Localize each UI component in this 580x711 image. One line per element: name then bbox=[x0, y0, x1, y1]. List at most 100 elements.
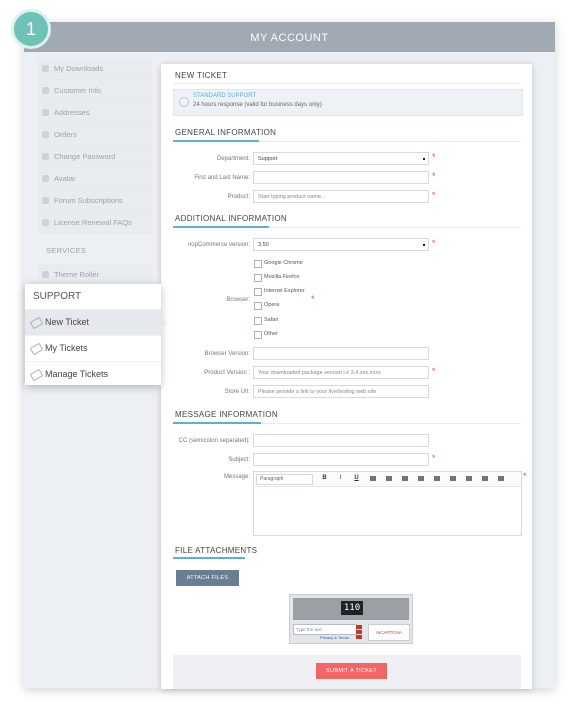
required-mark: * bbox=[432, 238, 436, 248]
step-badge: 1 bbox=[11, 9, 51, 49]
sidebar-item-change-password[interactable]: Change Password bbox=[38, 146, 152, 168]
product-version-input[interactable]: Your downloaded package version i.e 3.4.… bbox=[253, 366, 429, 379]
additional-heading: ADDITIONAL INFORMATION bbox=[175, 214, 287, 223]
subject-label: Subject: bbox=[228, 457, 250, 463]
general-heading: GENERAL INFORMATION bbox=[175, 128, 277, 137]
support-item-label: My Tickets bbox=[45, 343, 88, 353]
align-left-icon[interactable] bbox=[370, 476, 376, 481]
underline-button[interactable]: U bbox=[352, 474, 361, 483]
message-label: Message: bbox=[223, 474, 250, 480]
bullet-list-icon[interactable] bbox=[418, 476, 424, 481]
required-mark: * bbox=[432, 190, 436, 200]
theme-icon bbox=[42, 271, 49, 278]
product-version-label: Product Version : bbox=[204, 370, 250, 376]
department-select[interactable]: Support bbox=[253, 152, 429, 165]
support-item-my-tickets[interactable]: My Tickets bbox=[25, 335, 161, 361]
align-right-icon[interactable] bbox=[402, 476, 408, 481]
cc-label: CC (semicolon separated): bbox=[178, 438, 250, 444]
captcha-input[interactable]: Type the text bbox=[293, 624, 357, 635]
sidebar-item-orders[interactable]: Orders bbox=[38, 124, 152, 146]
services-heading: SERVICES bbox=[46, 246, 87, 255]
blockquote-icon[interactable] bbox=[450, 476, 456, 481]
browser-checkbox-other[interactable] bbox=[254, 331, 262, 339]
store-url-input[interactable]: Please provide a link to your live/testi… bbox=[253, 385, 429, 398]
divider bbox=[173, 83, 521, 84]
support-type: STANDARD SUPPORT bbox=[193, 93, 257, 99]
browser-option-label: Mozilla Firefox bbox=[264, 274, 300, 280]
sidebar-item-forum-subscriptions[interactable]: Forum Subscriptions bbox=[38, 190, 152, 212]
italic-button[interactable]: I bbox=[336, 474, 345, 483]
subject-input[interactable] bbox=[253, 453, 429, 466]
browser-option-label: Safari bbox=[264, 317, 279, 323]
chat-icon bbox=[42, 197, 49, 204]
page-title: MY ACCOUNT bbox=[24, 22, 555, 52]
link-icon[interactable] bbox=[466, 476, 472, 481]
lock-icon bbox=[42, 153, 49, 160]
captcha-refresh-icon[interactable] bbox=[356, 624, 365, 640]
sidebar-item-label: Customer Info bbox=[54, 86, 102, 95]
store-url-label: Store Url: bbox=[224, 389, 250, 395]
cart-icon bbox=[42, 131, 49, 138]
browser-checkbox-chrome[interactable] bbox=[254, 260, 262, 268]
submit-ticket-button[interactable]: SUBMIT A TICKET bbox=[316, 663, 387, 679]
tag-icon bbox=[29, 316, 44, 330]
sidebar-item-avatar[interactable]: Avatar bbox=[38, 168, 152, 190]
browser-checkbox-firefox[interactable] bbox=[254, 274, 262, 282]
product-input[interactable]: Start typing product name... bbox=[253, 190, 429, 203]
sidebar-item-my-downloads[interactable]: My Downloads bbox=[38, 58, 152, 80]
captcha-widget: 110 Type the text Privacy & Terms reCAPT… bbox=[289, 594, 413, 644]
sidebar-item-theme-roller[interactable]: Theme Roller bbox=[38, 264, 152, 286]
captcha-links[interactable]: Privacy & Terms bbox=[320, 635, 349, 640]
table-icon[interactable] bbox=[498, 476, 504, 481]
active-pointer bbox=[161, 316, 167, 330]
form-footer: SUBMIT A TICKET bbox=[173, 655, 521, 689]
sidebar-item-addresses[interactable]: Addresses bbox=[38, 102, 152, 124]
sidebar-item-customer-info[interactable]: Customer Info bbox=[38, 80, 152, 102]
divider bbox=[173, 422, 521, 424]
support-item-label: Manage Tickets bbox=[45, 369, 109, 379]
message-heading: MESSAGE INFORMATION bbox=[175, 410, 278, 419]
browser-version-input[interactable] bbox=[253, 347, 429, 360]
support-heading: SUPPORT bbox=[33, 291, 82, 302]
align-center-icon[interactable] bbox=[386, 476, 392, 481]
nop-version-label: nopCommerce version: bbox=[187, 242, 250, 248]
numbered-list-icon[interactable] bbox=[434, 476, 440, 481]
sidebar-item-label: My Downloads bbox=[54, 64, 104, 73]
tag-icon bbox=[29, 342, 44, 356]
address-icon bbox=[42, 109, 49, 116]
tag-icon bbox=[29, 368, 44, 382]
avatar-icon bbox=[42, 175, 49, 182]
browser-checkbox-safari[interactable] bbox=[254, 317, 262, 325]
image-icon[interactable] bbox=[482, 476, 488, 481]
browser-checkbox-opera[interactable] bbox=[254, 302, 262, 310]
product-label: Product: bbox=[227, 194, 250, 200]
message-editor[interactable]: Paragraph B I U bbox=[253, 471, 522, 536]
captcha-image: 110 bbox=[293, 598, 409, 620]
sidebar-item-license-renewal[interactable]: License Renewal FAQs bbox=[38, 212, 152, 234]
support-menu: SUPPORT New Ticket My Tickets Manage Tic… bbox=[25, 284, 167, 387]
ticket-title: NEW TICKET bbox=[175, 71, 228, 80]
browser-option-label: Google Chrome bbox=[264, 260, 303, 266]
user-icon bbox=[42, 87, 49, 94]
sidebar-item-label: Orders bbox=[54, 130, 77, 139]
name-input[interactable] bbox=[253, 171, 429, 184]
required-mark: * bbox=[432, 453, 436, 463]
required-mark: * bbox=[523, 471, 527, 481]
divider bbox=[173, 226, 521, 228]
format-select[interactable]: Paragraph bbox=[256, 474, 313, 485]
sidebar-item-label: Theme Roller bbox=[54, 270, 100, 279]
attach-files-button[interactable]: ATTACH FILES bbox=[176, 570, 239, 586]
bold-button[interactable]: B bbox=[320, 474, 329, 483]
sidebar-item-label: Avatar bbox=[54, 174, 76, 183]
support-item-manage-tickets[interactable]: Manage Tickets bbox=[25, 361, 161, 387]
license-icon bbox=[42, 219, 49, 226]
browser-checkbox-ie[interactable] bbox=[254, 288, 262, 296]
required-mark: * bbox=[311, 294, 315, 304]
nop-version-select[interactable]: 3.50 bbox=[253, 238, 429, 251]
cc-input[interactable] bbox=[253, 434, 429, 447]
support-item-new-ticket[interactable]: New Ticket bbox=[25, 309, 161, 335]
clock-icon bbox=[179, 97, 189, 107]
browser-option-label: Other bbox=[264, 331, 278, 337]
required-mark: * bbox=[432, 366, 436, 376]
support-desc: 24 hours response (valid for business da… bbox=[193, 102, 322, 108]
